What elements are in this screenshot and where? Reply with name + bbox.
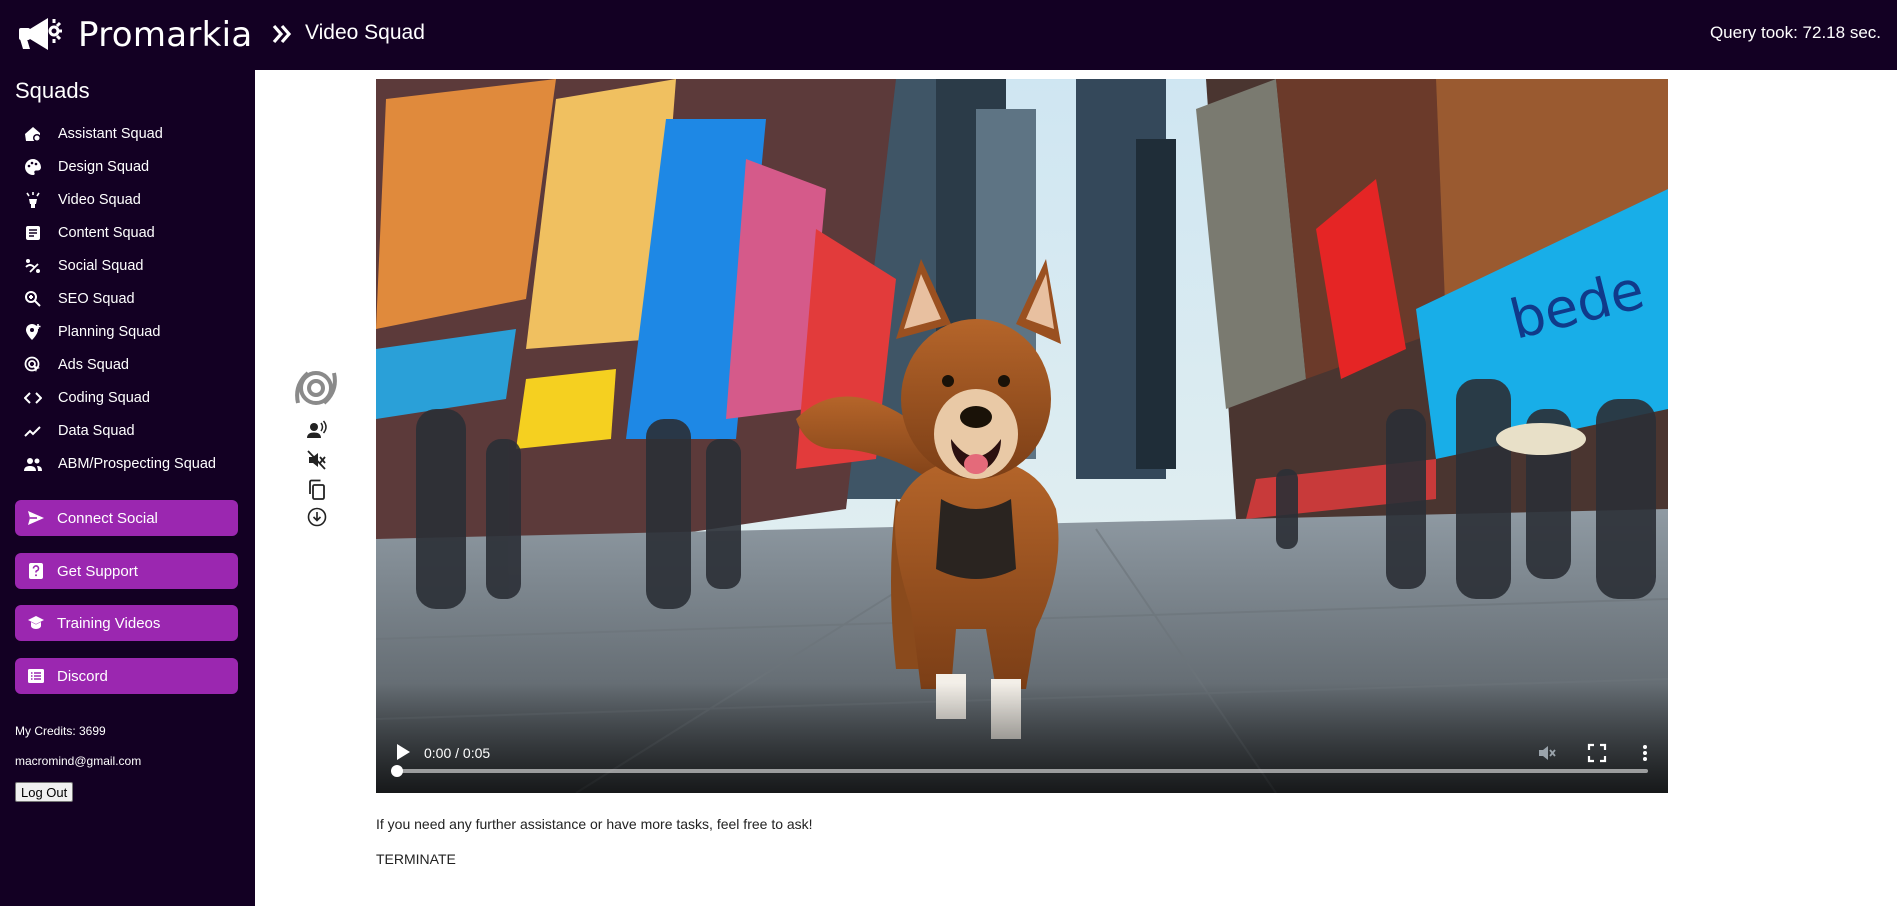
sidebar-item-planning-squad[interactable]: Planning Squad (0, 315, 255, 348)
sidebar-item-video-squad[interactable]: Video Squad (0, 183, 255, 216)
fullscreen-icon[interactable] (1587, 743, 1607, 763)
home-gear-icon (25, 126, 41, 142)
sidebar-item-ads-squad[interactable]: Ads Squad (0, 348, 255, 381)
double-chevron-right-icon (272, 24, 292, 44)
assistant-message: If you need any further assistance or ha… (376, 816, 813, 832)
logout-button[interactable]: Log Out (15, 782, 74, 802)
help-icon (29, 563, 43, 579)
discord-button[interactable]: Discord (15, 658, 238, 694)
graduation-cap-icon (28, 616, 44, 629)
location-add-icon (26, 323, 41, 340)
more-options-icon[interactable] (1635, 743, 1655, 763)
ads-target-icon (24, 356, 40, 372)
sidebar-item-label: Content Squad (58, 224, 155, 241)
megaphone-icon (19, 18, 62, 50)
training-videos-button[interactable]: Training Videos (15, 605, 238, 641)
sidebar-item-label: Coding Squad (58, 389, 150, 406)
sidebar-title: Squads (15, 78, 90, 103)
spotlight-icon (26, 191, 40, 208)
brand-name: Promarkia (78, 15, 253, 55)
connect-social-button[interactable]: Connect Social (15, 500, 238, 536)
list-icon (28, 669, 44, 683)
sidebar-item-label: Ads Squad (58, 356, 129, 373)
copy-icon[interactable] (307, 479, 327, 501)
volume-muted-icon[interactable] (1537, 743, 1557, 763)
download-icon[interactable] (307, 507, 327, 527)
sidebar-item-seo-squad[interactable]: SEO Squad (0, 282, 255, 315)
sidebar-item-label: SEO Squad (58, 290, 135, 307)
video-progress-bar[interactable] (391, 765, 1648, 777)
sidebar-item-label: Data Squad (58, 422, 135, 439)
video-progress-knob[interactable] (391, 765, 403, 777)
user-email: macromind@gmail.com (15, 754, 142, 768)
get-support-button[interactable]: Get Support (15, 553, 238, 589)
button-label: Discord (57, 667, 108, 685)
brand[interactable]: Promarkia (18, 12, 253, 58)
video-player[interactable]: bede 0:00 / 0:05 (376, 79, 1668, 793)
video-controls-shade (376, 683, 1668, 793)
sidebar-item-coding-squad[interactable]: Coding Squad (0, 381, 255, 414)
button-label: Connect Social (57, 509, 158, 527)
sidebar-item-label: ABM/Prospecting Squad (58, 455, 216, 472)
button-label: Training Videos (57, 614, 161, 632)
sidebar-item-assistant-squad[interactable]: Assistant Squad (0, 117, 255, 150)
credits-text: My Credits: 3699 (15, 724, 106, 738)
agent-avatar-icon (295, 371, 337, 405)
status-text: TERMINATE (376, 851, 456, 867)
top-bar: Promarkia Video Squad Query took: 72.18 … (0, 0, 1897, 70)
sidebar-item-label: Social Squad (58, 257, 144, 274)
sidebar-item-label: Video Squad (58, 191, 141, 208)
send-icon (28, 511, 44, 525)
people-icon (24, 457, 42, 471)
article-icon (26, 225, 40, 240)
sidebar-item-label: Design Squad (58, 158, 150, 175)
sidebar-item-abm-prospecting-squad[interactable]: ABM/Prospecting Squad (0, 447, 255, 480)
sidebar-item-data-squad[interactable]: Data Squad (0, 414, 255, 447)
breadcrumb: Video Squad (305, 21, 425, 44)
volume-mute-icon[interactable] (307, 450, 327, 470)
sidebar: Squads Assistant Squad Design Squad Vide… (0, 70, 255, 906)
query-time: Query took: 72.18 sec. (1709, 23, 1881, 42)
squad-nav: Assistant Squad Design Squad Video Squad… (0, 117, 255, 480)
video-time: 0:00 / 0:05 (424, 745, 491, 761)
palette-icon (25, 158, 41, 175)
trending-line-icon (24, 425, 41, 437)
sidebar-item-label: Assistant Squad (58, 125, 163, 142)
social-waves-icon (25, 258, 40, 273)
code-icon (24, 391, 42, 404)
zoom-in-icon (25, 290, 41, 307)
button-label: Get Support (57, 562, 138, 580)
voice-speak-icon[interactable] (307, 420, 327, 440)
sidebar-item-design-squad[interactable]: Design Squad (0, 150, 255, 183)
sidebar-item-label: Planning Squad (58, 323, 161, 340)
sidebar-item-social-squad[interactable]: Social Squad (0, 249, 255, 282)
sidebar-item-content-squad[interactable]: Content Squad (0, 216, 255, 249)
play-icon[interactable] (394, 742, 412, 762)
